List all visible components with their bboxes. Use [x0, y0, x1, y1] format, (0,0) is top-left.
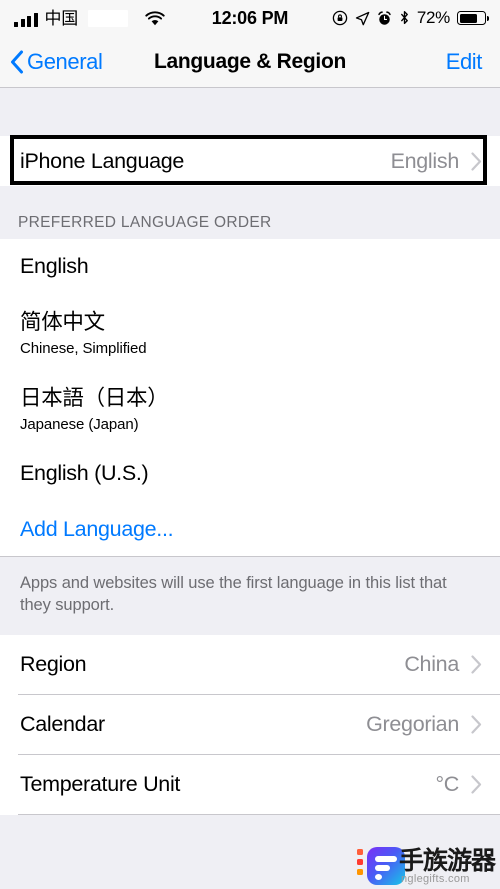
region-label: Region — [20, 652, 87, 677]
language-subtitle: Japanese (Japan) — [20, 416, 139, 433]
separator — [0, 555, 500, 556]
status-bar: 中国 12:06 PM 72% — [0, 0, 500, 36]
region-settings-group: Region China Calendar Gregorian Temperat… — [0, 634, 500, 815]
watermark-logo-icon — [367, 847, 405, 885]
cellular-signal-icon — [14, 12, 38, 27]
temperature-unit-row[interactable]: Temperature Unit °C — [0, 754, 500, 815]
language-name: English — [20, 253, 89, 278]
chevron-right-icon — [471, 655, 482, 674]
preferred-language-list: English 简体中文 Chinese, Simplified 日本語（日本）… — [0, 239, 500, 556]
back-button-label: General — [27, 48, 103, 74]
language-name: English (U.S.) — [20, 461, 149, 485]
temperature-unit-value: °C — [435, 772, 459, 797]
iphone-language-row[interactable]: iPhone Language English — [0, 136, 500, 186]
bluetooth-icon — [399, 10, 410, 26]
add-language-label: Add Language... — [20, 516, 174, 541]
status-bar-left: 中国 — [14, 8, 165, 28]
carrier-name: 中国 — [44, 8, 79, 28]
iphone-settings-screen: 中国 12:06 PM 72% General Language & Regio… — [0, 0, 500, 889]
language-text-block: 日本語（日本） Japanese (Japan) — [20, 381, 169, 433]
list-item[interactable]: 简体中文 Chinese, Simplified — [0, 293, 500, 369]
edit-button[interactable]: Edit — [446, 49, 500, 75]
rotation-lock-icon — [332, 10, 348, 26]
calendar-value: Gregorian — [366, 712, 459, 737]
watermark-url: nglegifts.com — [401, 873, 470, 885]
list-item[interactable]: English (U.S.) — [0, 445, 500, 502]
iphone-language-label: iPhone Language — [20, 148, 185, 173]
add-language-button[interactable]: Add Language... — [0, 502, 500, 556]
battery-icon — [457, 11, 489, 25]
temperature-unit-label: Temperature Unit — [20, 772, 181, 797]
preferred-language-footer-note: Apps and websites will use the first lan… — [0, 556, 500, 635]
alarm-clock-icon — [377, 10, 392, 26]
watermark-dots-icon — [357, 849, 363, 879]
language-subtitle: Chinese, Simplified — [20, 340, 147, 357]
navigation-bar: General Language & Region Edit — [0, 36, 500, 88]
top-spacer — [0, 88, 500, 136]
iphone-language-value: English — [390, 148, 460, 173]
status-bar-right: 72% — [332, 8, 489, 28]
calendar-row[interactable]: Calendar Gregorian — [0, 694, 500, 755]
watermark-text: 手族游器 — [399, 846, 496, 875]
preferred-language-section-header: PREFERRED LANGUAGE ORDER — [0, 186, 500, 239]
list-item[interactable]: 日本語（日本） Japanese (Japan) — [0, 369, 500, 445]
carrier-redaction-block — [88, 9, 129, 27]
language-name: 简体中文 — [20, 310, 105, 334]
back-button[interactable]: General — [0, 48, 103, 75]
battery-percentage: 72% — [416, 8, 450, 27]
chevron-right-icon — [471, 775, 482, 794]
region-row[interactable]: Region China — [0, 634, 500, 695]
chevron-left-icon — [10, 50, 24, 74]
language-name: 日本語（日本） — [20, 386, 169, 410]
chevron-right-icon — [471, 715, 482, 734]
language-text-block: 简体中文 Chinese, Simplified — [20, 305, 147, 357]
location-arrow-icon — [355, 11, 370, 26]
chevron-right-icon — [471, 151, 482, 171]
separator — [18, 814, 500, 815]
list-item[interactable]: English — [0, 239, 500, 293]
iphone-language-section: iPhone Language English — [0, 135, 500, 186]
calendar-label: Calendar — [20, 712, 105, 737]
watermark-overlay: 手族游器 nglegifts.com — [355, 835, 500, 889]
iphone-language-group: iPhone Language English — [0, 136, 500, 186]
wifi-icon — [145, 10, 165, 27]
region-value: China — [404, 652, 459, 677]
